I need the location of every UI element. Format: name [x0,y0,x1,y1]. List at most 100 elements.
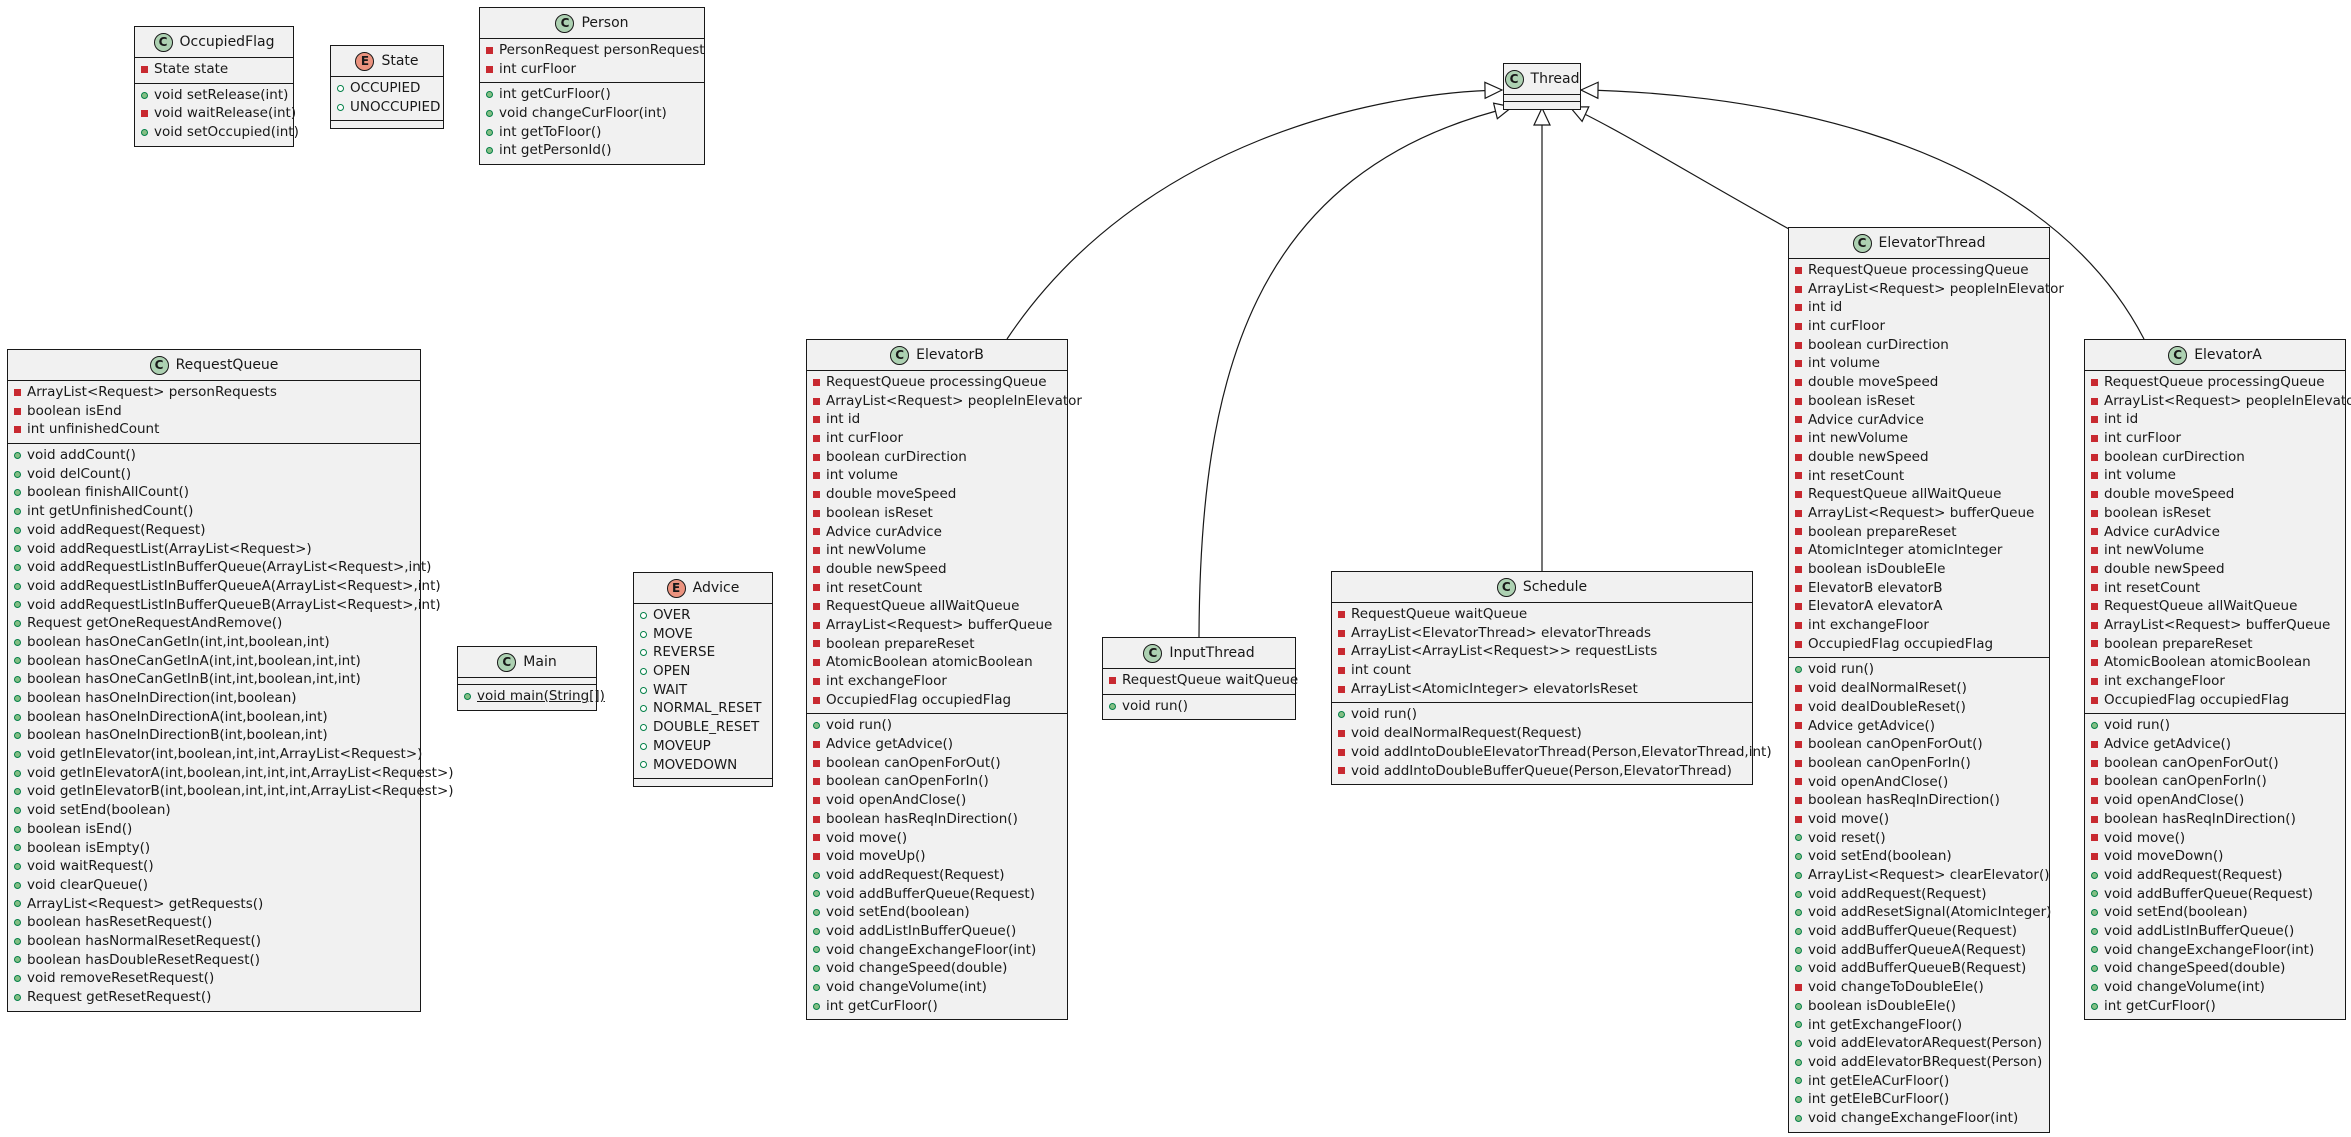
member-text: OCCUPIED [350,80,421,96]
class-box-thread[interactable]: C Thread [1503,63,1581,110]
class-box-schedule[interactable]: C Schedule RequestQueue waitQueue ArrayList… [1331,571,1772,786]
private-icon [1109,676,1116,684]
member-text: int curFloor [2104,430,2182,447]
member-text: boolean canOpenForOut() [1808,736,1983,753]
member-text: void changeSpeed(double) [826,960,1008,977]
private-icon [2091,659,2098,667]
public-icon [14,489,21,497]
private-icon [141,110,148,118]
field-row: int id [1789,298,2049,317]
field-row: ArrayList<Request> bufferQueue [1789,504,2049,523]
method-row: void main(String[]) [458,687,605,706]
private-icon [2091,815,2098,823]
class-header: C Thread [1504,64,1580,95]
member-text: void addIntoDoubleBufferQueue(Person,Ele… [1351,762,1732,779]
private-icon [1795,322,1802,330]
class-box-elevator-thread[interactable]: C ElevatorThread RequestQueue processingQu… [1788,227,2064,1133]
member-text: boolean curDirection [826,448,967,465]
member-text: void addRequestListInBufferQueueA(ArrayL… [27,577,441,594]
method-row: ArrayList<Request> getRequests() [8,895,420,914]
class-name: Main [523,654,557,670]
public-icon [486,128,493,136]
method-row: int getExchangeFloor() [1789,1016,2049,1035]
class-box-advice[interactable]: E Advice OVER MOVE REVERSE OPEN WAIT NORMAL_RES… [633,572,773,788]
private-icon [1795,285,1802,293]
public-icon [14,937,21,945]
enum-literal-icon [640,705,647,713]
member-text: int getEleACurFloor() [1808,1072,1950,1089]
member-text: void setRelease(int) [154,86,289,103]
private-icon [813,659,820,667]
member-text: void changeToDoubleEle() [1808,979,1984,996]
method-row: void addCount() [8,446,420,465]
member-text: AtomicInteger atomicInteger [1808,542,2003,559]
public-icon [14,638,21,646]
field-row: int resetCount [1789,467,2049,486]
member-text: int unfinishedCount [27,421,160,438]
member-text: RequestQueue waitQueue [1122,672,1299,688]
member-text: ElevatorB elevatorB [1808,579,1943,596]
private-icon [14,388,21,396]
field-row: OccupiedFlag occupiedFlag [1789,635,2049,654]
class-box-main[interactable]: C Main void main(String[]) [457,646,605,711]
inheritance-line-elevator-thread [1569,106,1790,230]
method-row: boolean canOpenForIn() [1789,754,2049,773]
method-row: void openAndClose() [807,791,1067,810]
member-text: void addRequest(Request) [1808,885,1987,902]
field-row: int newVolume [807,541,1067,560]
class-badge-icon: C [1852,233,1872,253]
method-row: void changeExchangeFloor(int) [2085,941,2345,960]
enum-literal-icon [640,686,647,694]
method-row: boolean hasOneCanGetIn(int,int,boolean,i… [8,633,420,652]
member-text: void run() [2104,717,2171,734]
class-name: State [381,53,419,69]
method-row: boolean hasReqInDirection() [807,810,1067,829]
method-row: void addBufferQueue(Request) [2085,885,2345,904]
member-text: int curFloor [826,430,904,447]
member-text: void dealNormalReset() [1808,680,1967,697]
class-box-elevator-a[interactable]: C ElevatorA RequestQueue processingQueue Ar… [2084,339,2351,1021]
class-box-occupied-flag[interactable]: C OccupiedFlag State state void setRelease(… [134,26,299,147]
member-text: void waitRequest() [27,858,154,875]
method-row: void addBufferQueue(Request) [807,885,1067,904]
member-text: boolean canOpenForOut() [826,754,1001,771]
method-row: int getCurFloor() [480,85,704,104]
enum-badge-icon: E [666,578,686,598]
public-icon [2091,927,2098,935]
field-row: int newVolume [2085,541,2345,560]
public-icon [1795,1002,1802,1010]
class-box-elevator-b[interactable]: C ElevatorB RequestQueue processingQueue Ar… [806,339,1082,1021]
class-box-request-queue[interactable]: C RequestQueue ArrayList<Request> personRe… [7,349,454,1012]
method-row: int getUnfinishedCount() [8,502,420,521]
class-header: C InputThread [1103,638,1295,669]
enum-literal-icon [337,84,344,92]
field-row: int exchangeFloor [2085,672,2345,691]
class-box-person[interactable]: C Person PersonRequest personRequest int cu… [479,7,705,166]
field-row: RequestQueue allWaitQueue [807,597,1067,616]
public-icon [14,564,21,572]
public-icon [14,713,21,721]
field-row: double newSpeed [2085,560,2345,579]
member-text: int newVolume [826,542,927,559]
member-text: RequestQueue processingQueue [2104,374,2325,390]
member-text: double newSpeed [2104,560,2225,577]
method-row: void addRequest(Request) [8,521,420,540]
class-box-input-thread[interactable]: C InputThread RequestQueue waitQueue void r… [1102,637,1299,721]
field-row: State state [135,60,293,79]
field-row: RequestQueue waitQueue [1332,605,1752,624]
private-icon [2091,434,2098,442]
member-text: boolean curDirection [1808,336,1949,353]
class-box-state[interactable]: E State OCCUPIED UNOCCUPIED [330,45,444,130]
class-name: OccupiedFlag [179,34,275,50]
private-icon [1795,360,1802,368]
member-text: int id [2104,411,2139,428]
method-row: void changeSpeed(double) [807,959,1067,978]
method-row: boolean hasOneInDirectionB(int,boolean,i… [8,726,420,745]
member-text: MOVEDOWN [653,756,738,773]
private-icon [1795,703,1802,711]
member-text: int getUnfinishedCount() [27,503,194,520]
field-row: ArrayList<Request> bufferQueue [807,616,1067,635]
member-text: boolean prepareReset [826,635,975,652]
member-text: OPEN [653,663,691,680]
field-row: int id [807,410,1067,429]
